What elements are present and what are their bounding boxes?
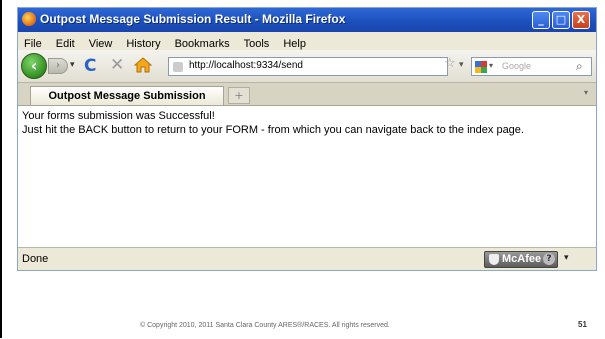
success-message: Your forms submission was Successful! <box>22 110 215 122</box>
close-button[interactable]: X <box>572 11 590 29</box>
page-number: 51 <box>578 320 587 329</box>
maximize-button[interactable]: □ <box>552 11 570 29</box>
url-bar[interactable]: http://localhost:9334/send <box>168 57 448 76</box>
reload-button[interactable]: C <box>84 56 96 76</box>
status-text: Done <box>22 253 49 265</box>
stop-button[interactable]: ✕ <box>110 55 124 75</box>
mcafee-label: McAfee <box>502 253 542 265</box>
search-input[interactable]: Google <box>502 61 531 71</box>
mcafee-help-icon[interactable]: ? <box>543 253 555 265</box>
navigation-toolbar: ‹ › ▾ C ✕ http://localhost:9334/send ☆ ▾… <box>18 50 596 83</box>
mcafee-shield-icon <box>489 254 499 265</box>
instruction-message: Just hit the BACK button to return to yo… <box>22 124 524 136</box>
minimize-button[interactable]: _ <box>532 11 550 29</box>
forward-button[interactable]: › <box>48 58 68 74</box>
tab-outpost-result[interactable]: Outpost Message Submission Result <box>30 86 224 120</box>
status-bar: Done McAfee ? ▾ <box>18 247 596 270</box>
title-bar: Outpost Message Submission Result - Mozi… <box>18 8 596 32</box>
browser-window: Outpost Message Submission Result - Mozi… <box>18 8 596 270</box>
url-text[interactable]: http://localhost:9334/send <box>189 60 303 71</box>
history-dropdown-icon[interactable]: ▾ <box>70 60 75 70</box>
menu-bar: File Edit View History Bookmarks Tools Help <box>18 32 596 50</box>
window-title: Outpost Message Submission Result - Mozi… <box>40 12 346 26</box>
new-tab-button[interactable]: + <box>228 87 250 104</box>
url-dropdown-icon[interactable]: ▾ <box>459 60 464 70</box>
home-icon[interactable] <box>133 56 153 74</box>
bookmark-star-icon[interactable]: ☆ <box>444 56 456 71</box>
mcafee-button[interactable]: McAfee ? <box>484 251 558 268</box>
page-favicon-icon <box>173 62 183 72</box>
firefox-icon <box>22 12 36 26</box>
page-content: Your forms submission was Successful! Ju… <box>18 106 596 247</box>
back-button[interactable]: ‹ <box>21 53 47 79</box>
search-engine-dropdown-icon[interactable]: ▾ <box>489 61 493 70</box>
tab-list-icon[interactable]: ▾ <box>584 88 594 103</box>
mcafee-dropdown-icon[interactable]: ▾ <box>564 253 569 263</box>
tab-bar: Outpost Message Submission Result + ▾ <box>18 83 596 120</box>
slide-footer: © Copyright 2010, 2011 Santa Clara Count… <box>140 322 390 329</box>
search-box[interactable]: ▾ Google ⌕ <box>471 57 592 76</box>
google-icon[interactable] <box>475 61 487 73</box>
search-go-icon[interactable]: ⌕ <box>576 59 583 74</box>
